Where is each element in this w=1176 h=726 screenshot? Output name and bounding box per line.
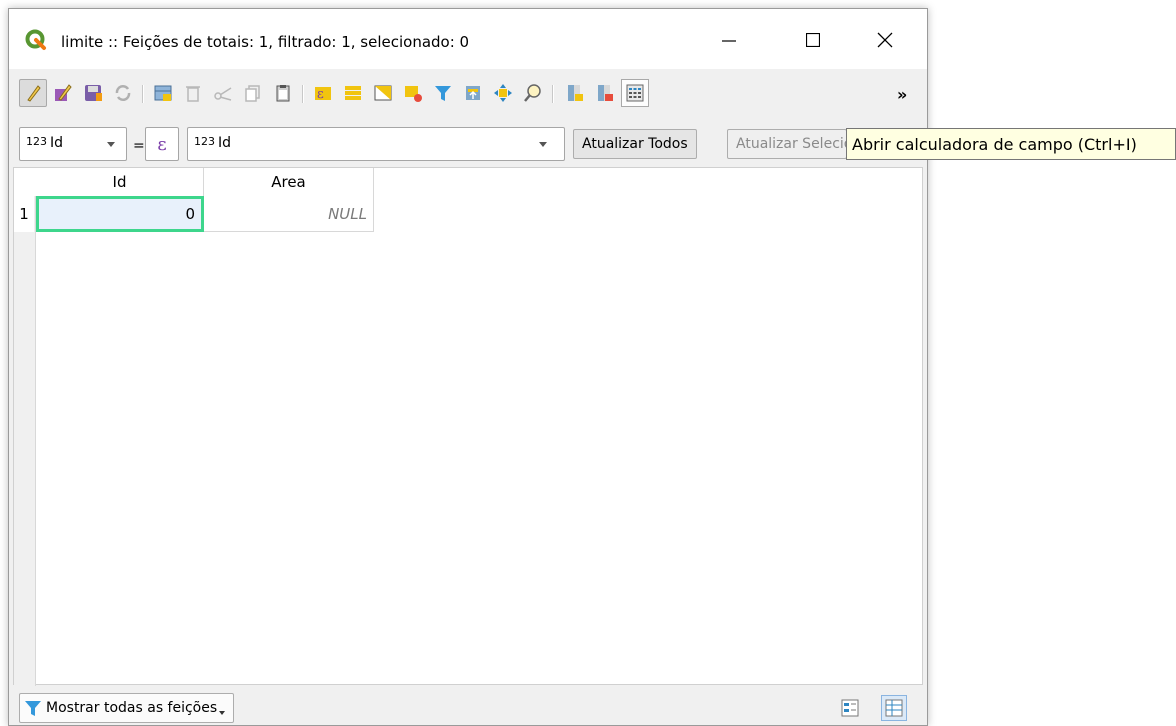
select-by-expression-button[interactable]: ε bbox=[309, 79, 337, 107]
select-by-expression-icon: ε bbox=[315, 87, 331, 102]
field-select-combo[interactable]: 123 Id bbox=[19, 127, 127, 161]
new-field-button[interactable] bbox=[561, 79, 589, 107]
minimize-button[interactable] bbox=[707, 19, 751, 61]
svg-text:ε: ε bbox=[317, 87, 324, 102]
reload-button[interactable] bbox=[109, 79, 137, 107]
move-selection-top-button[interactable] bbox=[459, 79, 487, 107]
save-edits-icon bbox=[85, 85, 102, 101]
equals-label: = bbox=[133, 138, 145, 154]
expression-builder-button[interactable]: ε bbox=[145, 127, 179, 161]
expression-type-label: 123 bbox=[194, 135, 215, 148]
row-header-column: 1 bbox=[14, 196, 36, 686]
paste-icon bbox=[276, 85, 290, 102]
field-type-label: 123 bbox=[26, 135, 47, 148]
table-cell-id[interactable]: 0 bbox=[36, 196, 204, 232]
cut-button[interactable] bbox=[209, 79, 237, 107]
column-header-id[interactable]: Id bbox=[36, 168, 204, 196]
multi-edit-button[interactable] bbox=[49, 79, 77, 107]
reload-icon bbox=[115, 85, 131, 101]
table-view-icon bbox=[885, 699, 903, 717]
field-calculator-button[interactable] bbox=[621, 79, 649, 107]
toolbar-separator bbox=[552, 85, 554, 103]
attribute-table-window: limite :: Feições de totais: 1, filtrado… bbox=[8, 8, 928, 726]
copy-icon bbox=[245, 85, 260, 102]
invert-selection-icon bbox=[374, 85, 392, 101]
window-title: limite :: Feições de totais: 1, filtrado… bbox=[61, 33, 470, 51]
toolbar-separator bbox=[142, 85, 144, 103]
new-field-icon bbox=[568, 85, 583, 101]
table-corner[interactable] bbox=[14, 168, 36, 196]
toggle-editing-button[interactable] bbox=[19, 79, 47, 107]
chevron-down-icon bbox=[107, 142, 115, 147]
zoom-to-selection-icon bbox=[524, 84, 541, 102]
select-all-button[interactable] bbox=[339, 79, 367, 107]
status-bar: Mostrar todas as feições bbox=[9, 685, 927, 725]
add-feature-button[interactable] bbox=[149, 79, 177, 107]
chevron-down-icon bbox=[219, 711, 226, 715]
close-icon bbox=[877, 32, 893, 48]
pan-to-selection-icon bbox=[494, 84, 512, 102]
save-edits-button[interactable] bbox=[79, 79, 107, 107]
field-update-bar: 123 Id = ε 123 Id Atualizar Todos Atuali… bbox=[9, 121, 927, 165]
attribute-table: Id Area 1 0 NULL bbox=[13, 167, 923, 686]
maximize-icon bbox=[806, 33, 820, 47]
invert-selection-button[interactable] bbox=[369, 79, 397, 107]
field-calculator-tooltip: Abrir calculadora de campo (Ctrl+I) bbox=[846, 128, 1176, 160]
field-calculator-icon bbox=[626, 84, 644, 102]
table-view-button[interactable] bbox=[881, 695, 907, 721]
expression-text: Id bbox=[218, 135, 232, 151]
maximize-button[interactable] bbox=[791, 19, 835, 61]
move-selection-top-icon bbox=[466, 86, 480, 100]
update-selected-button[interactable]: Atualizar Selecionadas bbox=[727, 129, 847, 159]
pan-to-selection-button[interactable] bbox=[489, 79, 517, 107]
toolbar-overflow-button[interactable]: » bbox=[897, 85, 907, 104]
feature-filter-button[interactable]: Mostrar todas as feições bbox=[19, 693, 235, 723]
copy-button[interactable] bbox=[239, 79, 267, 107]
form-view-icon bbox=[841, 699, 859, 717]
select-all-icon bbox=[345, 86, 361, 100]
minimize-icon bbox=[722, 40, 736, 42]
attribute-toolbar: ε » bbox=[9, 69, 927, 121]
close-button[interactable] bbox=[863, 19, 907, 61]
feature-filter-label: Mostrar todas as feições bbox=[46, 700, 218, 716]
delete-field-icon bbox=[598, 85, 613, 101]
deselect-all-icon bbox=[405, 86, 422, 102]
filter-icon bbox=[25, 701, 41, 716]
title-bar[interactable]: limite :: Feições de totais: 1, filtrado… bbox=[9, 9, 927, 69]
paste-button[interactable] bbox=[269, 79, 297, 107]
delete-field-button[interactable] bbox=[591, 79, 619, 107]
toolbar-separator bbox=[302, 85, 304, 103]
filter-icon bbox=[435, 86, 451, 101]
filter-selected-button[interactable] bbox=[429, 79, 457, 107]
add-feature-icon bbox=[154, 85, 172, 101]
toggle-editing-icon bbox=[27, 85, 41, 102]
multi-edit-icon bbox=[55, 84, 72, 101]
delete-feature-button[interactable] bbox=[179, 79, 207, 107]
chevron-down-icon bbox=[539, 142, 547, 147]
field-name-label: Id bbox=[50, 135, 64, 151]
expression-input[interactable]: 123 Id bbox=[187, 127, 565, 161]
qgis-logo-icon bbox=[25, 29, 47, 51]
cut-icon bbox=[214, 87, 232, 101]
update-all-button[interactable]: Atualizar Todos bbox=[573, 129, 697, 159]
row-header[interactable]: 1 bbox=[14, 196, 34, 232]
epsilon-icon: ε bbox=[157, 133, 167, 155]
deselect-all-button[interactable] bbox=[399, 79, 427, 107]
column-header-area[interactable]: Area bbox=[204, 168, 374, 196]
table-cell-area[interactable]: NULL bbox=[204, 196, 374, 232]
form-view-button[interactable] bbox=[837, 695, 863, 721]
zoom-to-selection-button[interactable] bbox=[519, 79, 547, 107]
delete-feature-icon bbox=[186, 86, 200, 102]
